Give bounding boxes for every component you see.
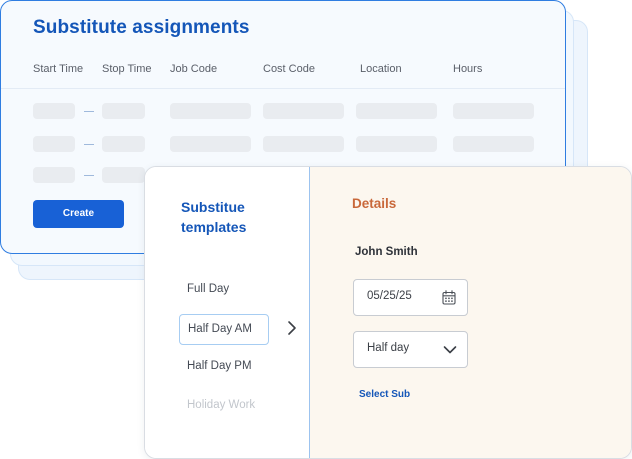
duration-select[interactable]: Half day	[353, 331, 468, 368]
placeholder-hours	[453, 136, 534, 152]
select-sub-link[interactable]: Select Sub	[359, 389, 410, 400]
placeholder-cost-code	[263, 103, 344, 119]
details-panel: Details John Smith 05/25/25 Half day Sel…	[310, 167, 631, 458]
templates-panel: Substitue templates Full Day Half Day AM…	[145, 167, 309, 458]
time-range-dash	[84, 175, 94, 176]
time-range-dash	[84, 111, 94, 112]
placeholder-job-code	[170, 136, 251, 152]
column-header-cost-code: Cost Code	[263, 63, 315, 75]
column-header-stop-time: Stop Time	[102, 63, 152, 75]
placeholder-job-code	[170, 103, 251, 119]
assignments-title: Substitute assignments	[33, 17, 250, 38]
date-field[interactable]: 05/25/25	[353, 279, 468, 316]
calendar-icon[interactable]	[442, 290, 456, 305]
person-name: John Smith	[355, 246, 418, 258]
placeholder-cost-code	[263, 136, 344, 152]
header-divider	[1, 88, 565, 89]
time-range-dash	[84, 144, 94, 145]
column-header-hours: Hours	[453, 63, 483, 75]
column-header-start-time: Start Time	[33, 63, 84, 75]
chevron-down-icon	[443, 346, 457, 354]
placeholder-stop-time	[102, 167, 145, 183]
placeholder-stop-time	[102, 136, 145, 152]
template-item-half-day-am[interactable]: Half Day AM	[179, 314, 269, 345]
placeholder-location	[356, 136, 437, 152]
duration-value: Half day	[367, 342, 410, 354]
chevron-right-icon	[288, 321, 296, 335]
placeholder-start-time	[33, 136, 75, 152]
column-header-location: Location	[360, 63, 402, 75]
placeholder-start-time	[33, 103, 75, 119]
templates-title: Substitue templates	[181, 199, 247, 235]
details-title: Details	[352, 196, 397, 211]
placeholder-stop-time	[102, 103, 145, 119]
create-button[interactable]: Create	[33, 200, 124, 228]
template-item-full-day[interactable]: Full Day	[187, 283, 229, 295]
substitute-templates-card: Substitue templates Full Day Half Day AM…	[144, 166, 632, 459]
placeholder-start-time	[33, 167, 75, 183]
template-item-holiday-work[interactable]: Holiday Work	[187, 399, 255, 411]
date-value: 05/25/25	[367, 290, 412, 302]
placeholder-hours	[453, 103, 534, 119]
placeholder-location	[356, 103, 437, 119]
column-header-job-code: Job Code	[170, 63, 218, 75]
template-item-half-day-pm[interactable]: Half Day PM	[187, 360, 252, 372]
